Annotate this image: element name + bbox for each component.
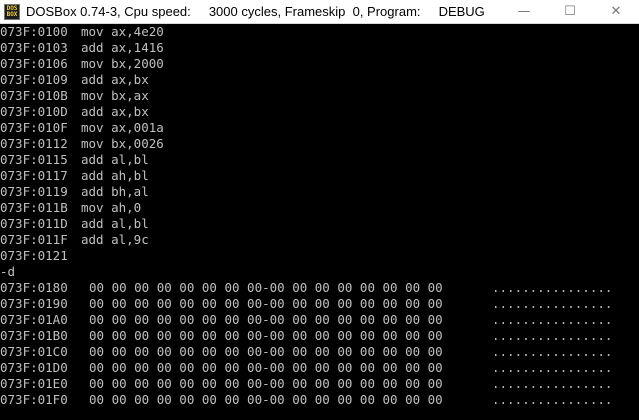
window-title: DOSBox 0.74-3, Cpu speed: 3000 cycles, F… [26,4,485,19]
assembly-instruction: mov bx,ax [81,88,149,103]
dump-bytes: 00 00 00 00 00 00 00 00-00 00 00 00 00 0… [89,312,443,327]
disassembly-line: 073F:0119 add bh,al [0,184,639,200]
assembly-instruction: add al,bl [81,152,149,167]
line-address: 073F:011F [0,232,68,247]
dump-ascii: ................ [492,376,613,391]
line-address: 073F:0100 [0,24,68,39]
disassembly-line: 073F:010F mov ax,001a [0,120,639,136]
dump-ascii: ................ [492,328,613,343]
dump-address: 073F:0180 [0,280,68,295]
disassembly-line: 073F:011B mov ah,0 [0,200,639,216]
close-button[interactable]: ✕ [593,0,639,24]
dump-bytes: 00 00 00 00 00 00 00 00-00 00 00 00 00 0… [89,376,443,391]
disassembly-line: 073F:0109 add ax,bx [0,72,639,88]
assembly-instruction: add ax,bx [81,72,149,87]
dump-ascii: ................ [492,280,613,295]
memory-dump-line: 073F:01F0 00 00 00 00 00 00 00 00-00 00 0… [0,392,639,408]
disassembly-line: 073F:0103 add ax,1416 [0,40,639,56]
memory-dump-line: 073F:0190 00 00 00 00 00 00 00 00-00 00 0… [0,296,639,312]
dump-ascii: ................ [492,296,613,311]
line-address: 073F:0117 [0,168,68,183]
line-address: 073F:0115 [0,152,68,167]
line-address: 073F:0119 [0,184,68,199]
disassembly-line: 073F:0115 add al,bl [0,152,639,168]
assembly-instruction: mov ax,001a [81,120,164,135]
disassembly-line: 073F:0100 mov ax,4e20 [0,24,639,40]
dosbox-window: DOS BOX DOSBox 0.74-3, Cpu speed: 3000 c… [0,0,639,420]
console-output[interactable]: 073F:0100 mov ax,4e20 073F:0103 add ax,1416… [0,24,639,420]
memory-dump-line: 073F:01A0 00 00 00 00 00 00 00 00-00 00 0… [0,312,639,328]
memory-dump-line: 073F:01E0 00 00 00 00 00 00 00 00-00 00 0… [0,376,639,392]
memory-dump-line: 073F:01B0 00 00 00 00 00 00 00 00-00 00 0… [0,328,639,344]
line-address: 073F:011B [0,200,68,215]
dump-bytes: 00 00 00 00 00 00 00 00-00 00 00 00 00 0… [89,344,443,359]
dosbox-app-icon[interactable]: DOS BOX [4,4,20,20]
dump-address: 073F:0190 [0,296,68,311]
line-address: 073F:0103 [0,40,68,55]
assembly-instruction: mov bx,0026 [81,136,164,151]
line-address: 073F:010F [0,120,68,135]
assembly-instruction: mov ah,0 [81,200,142,215]
assembly-instruction: mov bx,2000 [81,56,164,71]
line-address: 073F:0112 [0,136,68,151]
dump-ascii: ................ [492,392,613,407]
line-address: 073F:010B [0,88,68,103]
dump-address: 073F:01F0 [0,392,68,407]
minimize-button[interactable]: — [501,0,547,24]
assembly-instruction: add ax,bx [81,104,149,119]
disassembly-line: 073F:0106 mov bx,2000 [0,56,639,72]
command-line: -d [0,264,639,280]
memory-dump-line: 073F:01C0 00 00 00 00 00 00 00 00-00 00 0… [0,344,639,360]
dump-ascii: ................ [492,312,613,327]
assembly-instruction: add al,bl [81,216,149,231]
dump-bytes: 00 00 00 00 00 00 00 00-00 00 00 00 00 0… [89,392,443,407]
dump-address: 073F:01E0 [0,376,68,391]
debug-command: -d [0,264,16,279]
assembly-instruction: add bh,al [81,184,149,199]
dump-ascii: ................ [492,360,613,375]
disassembly-line: 073F:0117 add ah,bl [0,168,639,184]
maximize-button[interactable]: ☐ [547,0,593,24]
disassembly-line: 073F:010B mov bx,ax [0,88,639,104]
line-address: 073F:010D [0,104,68,119]
dump-ascii: ................ [492,344,613,359]
prompt-line: 073F:0121 [0,248,639,264]
assembly-instruction: add al,9c [81,232,149,247]
memory-dump-line: 073F:0180 00 00 00 00 00 00 00 00-00 00 0… [0,280,639,296]
dump-address: 073F:01C0 [0,344,68,359]
line-address: 073F:011D [0,216,68,231]
dump-address: 073F:01A0 [0,312,68,327]
prompt-address: 073F:0121 [0,248,68,263]
title-bar[interactable]: DOS BOX DOSBox 0.74-3, Cpu speed: 3000 c… [0,0,639,24]
dump-bytes: 00 00 00 00 00 00 00 00-00 00 00 00 00 0… [89,280,443,295]
disassembly-line: 073F:0112 mov bx,0026 [0,136,639,152]
memory-dump-line: 073F:01D0 00 00 00 00 00 00 00 00-00 00 0… [0,360,639,376]
disassembly-line: 073F:011F add al,9c [0,232,639,248]
disassembly-line: 073F:011D add al,bl [0,216,639,232]
assembly-instruction: add ax,1416 [81,40,164,55]
line-address: 073F:0106 [0,56,68,71]
dump-bytes: 00 00 00 00 00 00 00 00-00 00 00 00 00 0… [89,360,443,375]
dump-bytes: 00 00 00 00 00 00 00 00-00 00 00 00 00 0… [89,296,443,311]
assembly-instruction: mov ax,4e20 [81,24,164,39]
dump-address: 073F:01D0 [0,360,68,375]
disassembly-line: 073F:010D add ax,bx [0,104,639,120]
assembly-instruction: add ah,bl [81,168,149,183]
line-address: 073F:0109 [0,72,68,87]
dump-bytes: 00 00 00 00 00 00 00 00-00 00 00 00 00 0… [89,328,443,343]
dump-address: 073F:01B0 [0,328,68,343]
